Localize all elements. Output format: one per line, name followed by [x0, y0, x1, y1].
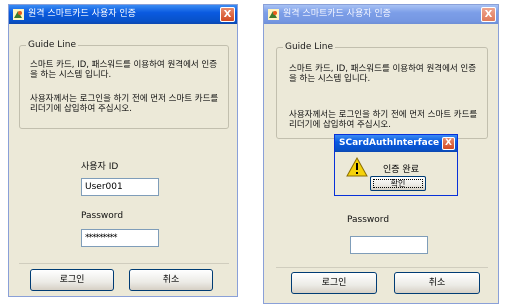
- window-titlebar[interactable]: 원격 스마트카드 사용자 인증 X: [9, 5, 237, 24]
- cancel-button[interactable]: 취소: [129, 269, 213, 291]
- ok-button[interactable]: 확인: [370, 176, 426, 191]
- warning-icon: [346, 157, 368, 177]
- login-button[interactable]: 로그인: [30, 269, 114, 291]
- guide-text-line1: 스마트 카드, ID, 패스워드를 이용하여 원격에서 인증: [30, 60, 218, 70]
- cancel-button[interactable]: 취소: [394, 272, 480, 294]
- guide-text-line3: 사용자께서는 로그인을 하기 전에 먼저 스마트 카드를: [289, 110, 478, 120]
- password-input[interactable]: [350, 236, 428, 254]
- guide-line-legend: Guide Line: [26, 39, 79, 51]
- guide-text-line4: 리더기에 삽입하여 주십시오.: [30, 104, 132, 114]
- guide-text-line2: 을 하는 시스템 입니다.: [30, 70, 112, 80]
- window-title: 원격 스마트카드 사용자 인증: [283, 9, 391, 19]
- close-button[interactable]: X: [220, 7, 235, 22]
- dialog-close-button[interactable]: X: [442, 137, 455, 150]
- close-icon: X: [445, 138, 452, 148]
- dialog-message: 인증 완료: [383, 165, 419, 175]
- login-button[interactable]: 로그인: [291, 272, 377, 294]
- user-id-input[interactable]: User001: [81, 178, 159, 196]
- smartcard-app-icon: [13, 9, 24, 20]
- login-window-left: 원격 스마트카드 사용자 인증 X Guide Line 스마트 카드, ID,…: [8, 4, 238, 297]
- guide-text-line4: 리더기에 삽입하여 주십시오.: [289, 120, 391, 130]
- guide-text-line2: 을 하는 시스템 입니다.: [289, 74, 371, 84]
- close-icon: X: [223, 9, 232, 20]
- button-divider: [276, 267, 488, 268]
- auth-complete-dialog: SCardAuthInterface X 인증 완료 확인: [334, 134, 458, 196]
- button-divider: [19, 263, 229, 264]
- guide-line-legend: Guide Line: [283, 41, 336, 53]
- user-id-label: 사용자 ID: [81, 162, 119, 172]
- dialog-titlebar[interactable]: SCardAuthInterface X: [335, 135, 457, 152]
- close-button[interactable]: X: [481, 7, 496, 22]
- focus-outline: [373, 179, 423, 188]
- smartcard-app-icon: [268, 9, 279, 20]
- password-label: Password: [81, 211, 124, 221]
- guide-text-line1: 스마트 카드, ID, 패스워드를 이용하여 원격에서 인증: [289, 64, 477, 74]
- guide-text-line3: 사용자께서는 로그인을 하기 전에 먼저 스마트 카드를: [30, 94, 219, 104]
- dialog-title: SCardAuthInterface: [339, 138, 440, 148]
- guide-line-group: Guide Line 스마트 카드, ID, 패스워드를 이용하여 원격에서 인…: [276, 41, 488, 139]
- password-input[interactable]: *********: [81, 229, 159, 247]
- close-icon: X: [484, 9, 493, 20]
- password-label: Password: [347, 215, 390, 225]
- window-title: 원격 스마트카드 사용자 인증: [28, 9, 136, 19]
- window-titlebar-inactive[interactable]: 원격 스마트카드 사용자 인증 X: [264, 5, 498, 24]
- guide-line-group: Guide Line 스마트 카드, ID, 패스워드를 이용하여 원격에서 인…: [19, 39, 229, 129]
